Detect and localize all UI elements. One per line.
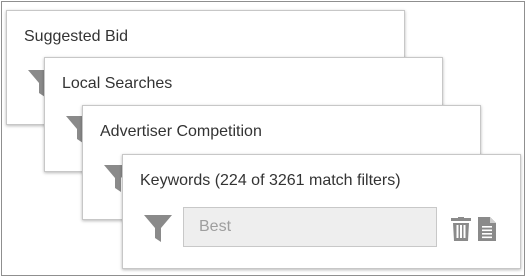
keyword-filter-input[interactable] [183, 207, 437, 247]
document-icon[interactable] [478, 217, 496, 241]
card-title: Keywords (224 of 3261 match filters) [140, 172, 401, 189]
card-title: Suggested Bid [24, 28, 129, 45]
filter-card-keywords[interactable]: Keywords (224 of 3261 match filters) [122, 154, 521, 269]
filter-funnel-icon [143, 213, 173, 245]
card-title: Advertiser Competition [100, 123, 262, 140]
trash-icon[interactable] [451, 217, 471, 241]
stacked-filter-panel: Suggested Bid Local Searches Advertiser … [1, 1, 525, 276]
card-title: Local Searches [62, 75, 173, 92]
